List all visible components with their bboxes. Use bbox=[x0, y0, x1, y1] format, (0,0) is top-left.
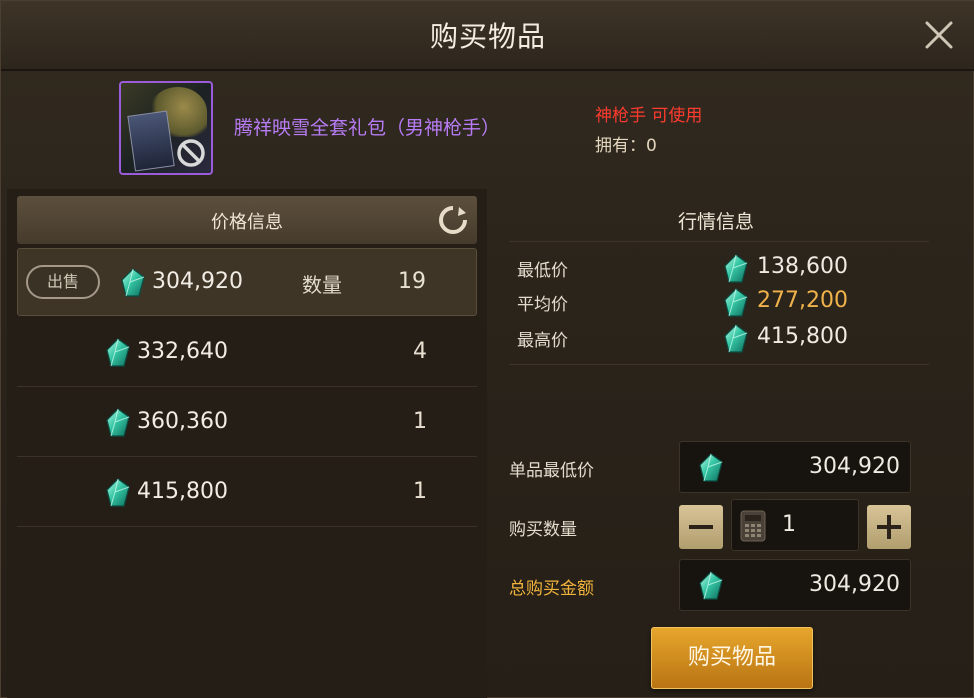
class-requirement: 神枪手 可使用 bbox=[595, 106, 703, 126]
avg-price-value: 277,200 bbox=[757, 288, 848, 313]
decrease-quantity-button[interactable] bbox=[679, 505, 723, 549]
quantity-value: 1 bbox=[782, 512, 796, 537]
item-name: 腾祥映雪全套礼包（男神枪手） bbox=[234, 117, 501, 139]
total-amount-label: 总购买金额 bbox=[509, 579, 594, 599]
market-min-row: 最低价 138,600 bbox=[517, 252, 927, 286]
listing-quantity: 1 bbox=[413, 409, 427, 434]
unit-min-price-label: 单品最低价 bbox=[509, 461, 594, 481]
min-price-label: 最低价 bbox=[517, 261, 568, 281]
purchase-dialog: 购买物品 腾祥映雪全套礼包（男神枪手） 神枪手 可使用 拥有：0 价格信息 出售… bbox=[0, 0, 974, 698]
plus-icon-vertical bbox=[887, 515, 891, 539]
market-info-title: 行情信息 bbox=[677, 211, 754, 233]
close-button[interactable] bbox=[921, 17, 957, 53]
listing-price: 332,640 bbox=[137, 339, 228, 364]
price-list-panel: 价格信息 出售 304,920 数量 19 332,640 4 360,360 … bbox=[7, 189, 487, 698]
max-price-value: 415,800 bbox=[757, 324, 848, 349]
quantity-stepper: 1 bbox=[679, 499, 911, 551]
listing-quantity: 4 bbox=[413, 339, 427, 364]
listing-quantity: 1 bbox=[413, 479, 427, 504]
unit-min-price-field: 304,920 bbox=[679, 441, 911, 493]
quantity-label: 数量 bbox=[302, 273, 342, 297]
gem-currency-icon bbox=[723, 288, 749, 318]
quantity-input[interactable]: 1 bbox=[731, 499, 859, 551]
dialog-title: 购买物品 bbox=[429, 20, 546, 53]
listing-price: 360,360 bbox=[137, 409, 228, 434]
max-price-label: 最高价 bbox=[517, 331, 568, 351]
listing-quantity: 19 bbox=[398, 269, 426, 294]
unit-min-price-value: 304,920 bbox=[809, 454, 900, 479]
price-list-header: 价格信息 bbox=[17, 196, 477, 244]
gem-currency-icon bbox=[105, 478, 131, 508]
listing-row[interactable]: 360,360 1 bbox=[17, 389, 477, 457]
market-avg-row: 平均价 277,200 bbox=[517, 286, 927, 320]
calculator-icon[interactable] bbox=[740, 510, 766, 542]
gem-currency-icon bbox=[105, 338, 131, 368]
refresh-icon[interactable] bbox=[437, 204, 469, 236]
purchase-quantity-label: 购买数量 bbox=[509, 520, 577, 540]
title-bar: 购买物品 bbox=[1, 1, 974, 71]
listing-price: 415,800 bbox=[137, 479, 228, 504]
close-icon bbox=[925, 21, 953, 49]
avg-price-label: 平均价 bbox=[517, 295, 568, 315]
increase-quantity-button[interactable] bbox=[867, 505, 911, 549]
market-max-row: 最高价 415,800 bbox=[517, 322, 927, 356]
listing-row[interactable]: 415,800 1 bbox=[17, 459, 477, 527]
item-header: 腾祥映雪全套礼包（男神枪手） 神枪手 可使用 拥有：0 bbox=[1, 73, 974, 185]
prohibited-icon bbox=[177, 139, 205, 167]
gem-currency-icon bbox=[120, 268, 146, 298]
gem-currency-icon bbox=[698, 571, 724, 601]
minus-icon bbox=[689, 525, 713, 529]
gem-currency-icon bbox=[105, 408, 131, 438]
buy-item-button[interactable]: 购买物品 bbox=[651, 627, 813, 689]
listing-price: 304,920 bbox=[152, 269, 243, 294]
item-thumbnail[interactable] bbox=[119, 81, 213, 175]
total-amount-value: 304,920 bbox=[809, 572, 900, 597]
price-list-title: 价格信息 bbox=[211, 212, 283, 233]
item-card-art bbox=[127, 110, 175, 172]
owned-count: 拥有：0 bbox=[595, 136, 657, 156]
listing-row[interactable]: 出售 304,920 数量 19 bbox=[17, 248, 477, 316]
listing-row[interactable]: 332,640 4 bbox=[17, 319, 477, 387]
gem-currency-icon bbox=[698, 453, 724, 483]
total-amount-field: 304,920 bbox=[679, 559, 911, 611]
market-info-box: 最低价 138,600 平均价 277,200 最高价 415,800 bbox=[509, 241, 929, 365]
sell-button[interactable]: 出售 bbox=[26, 265, 100, 299]
gem-currency-icon bbox=[723, 324, 749, 354]
min-price-value: 138,600 bbox=[757, 254, 848, 279]
gem-currency-icon bbox=[723, 254, 749, 284]
